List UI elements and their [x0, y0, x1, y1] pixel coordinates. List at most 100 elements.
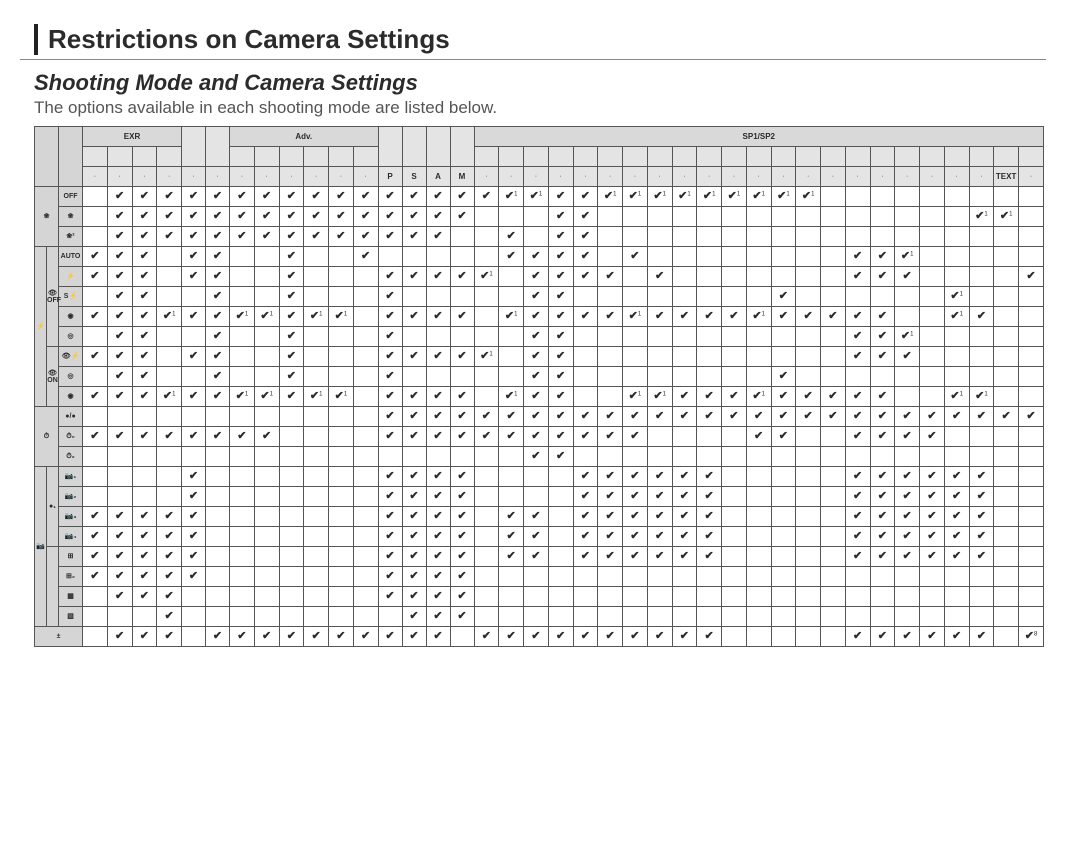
cell: [1019, 207, 1044, 227]
cell: ✔: [402, 507, 426, 527]
cell: ✔: [524, 367, 549, 387]
cell: [796, 427, 821, 447]
mode-col: ·: [647, 167, 672, 187]
mode-col: ·: [746, 167, 771, 187]
cell: ✔: [157, 227, 182, 247]
cell: [598, 567, 623, 587]
cell: [895, 207, 920, 227]
cell: ✔1: [722, 187, 747, 207]
cell: [573, 367, 598, 387]
cell: [304, 347, 329, 367]
cell: ✔1: [329, 387, 354, 407]
cell: [182, 127, 206, 167]
cell: [1019, 247, 1044, 267]
cell: [598, 607, 623, 627]
cell: [474, 387, 499, 407]
cell: ✔: [771, 387, 796, 407]
cell: [474, 587, 499, 607]
cell: ✔: [845, 507, 870, 527]
cell: ✔: [944, 547, 969, 567]
cell: [279, 567, 304, 587]
cell: [796, 287, 821, 307]
cell: [524, 207, 549, 227]
cell: [796, 227, 821, 247]
cell: [230, 367, 255, 387]
cell: [994, 247, 1019, 267]
cell: [426, 367, 450, 387]
cell: ✔: [573, 427, 598, 447]
cell: [279, 467, 304, 487]
cell: [672, 147, 697, 167]
cell: [647, 347, 672, 367]
cell: [623, 607, 648, 627]
cell: ✔: [895, 527, 920, 547]
row-label: 📷₂: [59, 487, 83, 507]
cell: ✔: [206, 627, 230, 647]
cell: ✔1: [647, 387, 672, 407]
cell: [573, 327, 598, 347]
cell: [994, 187, 1019, 207]
cell: [353, 387, 378, 407]
row-label: ❀²: [59, 227, 83, 247]
cell: [969, 147, 994, 167]
cell: ✔: [845, 527, 870, 547]
mode-col: ·: [771, 167, 796, 187]
cell: [279, 507, 304, 527]
cell: [994, 467, 1019, 487]
cell: ✔1: [969, 387, 994, 407]
cell: ✔: [378, 267, 402, 287]
cell: ✔: [402, 267, 426, 287]
group-sp: SP1/SP2: [474, 127, 1044, 147]
cell: [969, 287, 994, 307]
cell: ✔: [524, 507, 549, 527]
cell: [944, 607, 969, 627]
cell: [994, 547, 1019, 567]
lead-text: The options available in each shooting m…: [34, 98, 1046, 118]
cell: ✔: [182, 567, 206, 587]
row-label: ◉: [59, 307, 83, 327]
cell: [796, 447, 821, 467]
cell: [548, 507, 573, 527]
cell: ✔: [206, 347, 230, 367]
cell: ✔: [378, 627, 402, 647]
cell: ✔: [230, 227, 255, 247]
mode-col: ·: [944, 167, 969, 187]
cell: ✔: [182, 507, 206, 527]
cell: ✔: [206, 427, 230, 447]
cell: [378, 127, 402, 167]
cell: [845, 567, 870, 587]
cell: ✔: [1019, 407, 1044, 427]
cell: ✔: [107, 567, 132, 587]
cell: [722, 587, 747, 607]
cell: [474, 467, 499, 487]
cell: [746, 547, 771, 567]
cell: [870, 447, 895, 467]
cell: [771, 447, 796, 467]
cell: [746, 487, 771, 507]
cell: [722, 507, 747, 527]
cell: ✔: [845, 467, 870, 487]
cell: ✔: [378, 207, 402, 227]
cell: [821, 147, 846, 167]
cell: ✔: [206, 247, 230, 267]
cell: [230, 547, 255, 567]
cell: ✔: [573, 507, 598, 527]
cell: ✔: [107, 207, 132, 227]
cell: ✔1: [994, 207, 1019, 227]
cell: [796, 247, 821, 267]
mode-col: ·: [573, 167, 598, 187]
cell: [598, 587, 623, 607]
cell: [83, 587, 108, 607]
cell: [647, 427, 672, 447]
cell: [944, 227, 969, 247]
cell: [697, 427, 722, 447]
cell: ✔: [182, 427, 206, 447]
cell: [548, 587, 573, 607]
cell: [920, 567, 945, 587]
cell: [182, 407, 206, 427]
cell: [969, 247, 994, 267]
cell: ✔: [474, 407, 499, 427]
cell: [944, 327, 969, 347]
cell: ✔: [378, 347, 402, 367]
cell: [944, 427, 969, 447]
